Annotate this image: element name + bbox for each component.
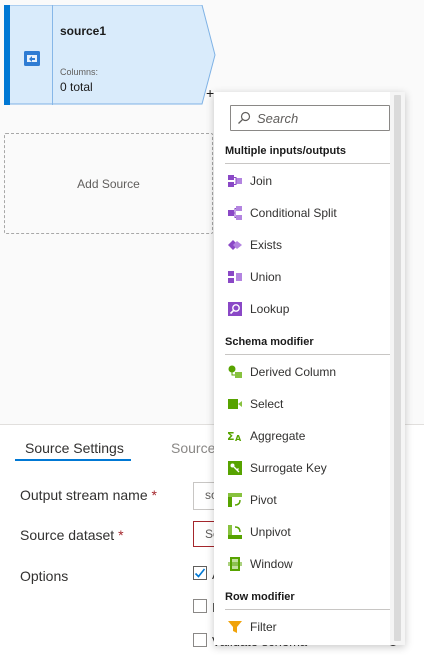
validate-schema-checkbox[interactable] bbox=[193, 633, 207, 647]
menu-item-label: Surrogate Key bbox=[250, 461, 327, 475]
source-dataset-icon bbox=[24, 51, 40, 66]
required-marker: * bbox=[118, 527, 124, 543]
union-icon bbox=[228, 271, 242, 283]
columns-count: 0 total bbox=[60, 80, 93, 94]
add-source-button[interactable]: Add Source bbox=[4, 133, 213, 234]
active-tab-indicator bbox=[15, 459, 131, 461]
checkmark-icon bbox=[194, 568, 206, 578]
add-source-label: Add Source bbox=[77, 176, 140, 191]
pivot-icon bbox=[228, 493, 242, 507]
section-header-row-modifier: Row modifier bbox=[225, 591, 295, 603]
lookup-icon bbox=[228, 302, 242, 316]
conditional-split-icon bbox=[228, 206, 242, 220]
unpivot-icon bbox=[228, 525, 242, 539]
aggregate-icon: Σ A bbox=[227, 430, 242, 443]
menu-item-label: Conditional Split bbox=[250, 206, 337, 220]
exists-icon bbox=[228, 240, 242, 250]
menu-item-label: Filter bbox=[250, 620, 277, 634]
section-divider bbox=[225, 354, 390, 355]
menu-item-join[interactable]: Join bbox=[214, 167, 390, 195]
option-checkbox-2[interactable] bbox=[193, 599, 207, 613]
menu-item-window[interactable]: Window bbox=[214, 550, 390, 578]
menu-item-filter[interactable]: Filter bbox=[214, 613, 390, 641]
source-dataset-label: Source dataset * bbox=[20, 527, 124, 543]
section-header-multiple-inputs: Multiple inputs/outputs bbox=[225, 145, 346, 157]
option-checkbox-1[interactable] bbox=[193, 566, 207, 580]
menu-item-pivot[interactable]: Pivot bbox=[214, 486, 390, 514]
section-divider bbox=[225, 163, 390, 164]
add-transformation-button[interactable]: + bbox=[206, 86, 214, 100]
join-icon bbox=[228, 175, 242, 187]
search-icon bbox=[238, 111, 251, 124]
menu-search-box[interactable] bbox=[230, 105, 390, 131]
menu-item-label: Unpivot bbox=[250, 525, 291, 539]
derived-column-icon bbox=[228, 365, 242, 378]
tab-source-options[interactable]: Source bbox=[171, 440, 215, 456]
tab-source-settings[interactable]: Source Settings bbox=[25, 440, 124, 456]
window-icon bbox=[228, 557, 242, 571]
menu-item-union[interactable]: Union bbox=[214, 263, 390, 291]
menu-item-conditional-split[interactable]: Conditional Split bbox=[214, 199, 390, 227]
svg-text:A: A bbox=[235, 434, 242, 443]
menu-item-label: Union bbox=[250, 270, 282, 284]
menu-scrollbar-thumb[interactable] bbox=[394, 95, 401, 641]
menu-item-label: Exists bbox=[250, 238, 283, 252]
menu-item-label: Window bbox=[250, 557, 293, 571]
output-stream-name-label: Output stream name * bbox=[20, 487, 157, 503]
filter-icon bbox=[228, 621, 242, 633]
menu-item-surrogate-key[interactable]: Surrogate Key bbox=[214, 454, 390, 482]
menu-item-label: Pivot bbox=[250, 493, 277, 507]
menu-item-exists[interactable]: Exists bbox=[214, 231, 390, 259]
menu-item-lookup[interactable]: Lookup bbox=[214, 295, 390, 323]
columns-label: Columns: bbox=[60, 67, 99, 77]
surrogate-key-icon bbox=[228, 461, 242, 475]
svg-text:Σ: Σ bbox=[227, 430, 235, 443]
source-node-accent-bar bbox=[4, 5, 10, 105]
search-input[interactable] bbox=[255, 109, 383, 127]
source-node[interactable]: source1 Columns: 0 total bbox=[4, 5, 216, 105]
menu-item-label: Derived Column bbox=[250, 365, 337, 379]
menu-item-aggregate[interactable]: Σ A Aggregate bbox=[214, 422, 390, 450]
menu-item-label: Join bbox=[250, 174, 273, 188]
options-label: Options bbox=[20, 568, 69, 584]
menu-item-select[interactable]: Select bbox=[214, 390, 390, 418]
transformation-menu: Multiple inputs/outputs Join Conditional… bbox=[214, 92, 405, 645]
menu-item-derived-column[interactable]: Derived Column bbox=[214, 358, 390, 386]
menu-item-label: Lookup bbox=[250, 302, 290, 316]
section-header-schema-modifier: Schema modifier bbox=[225, 336, 314, 348]
required-marker: * bbox=[151, 487, 157, 503]
menu-item-unpivot[interactable]: Unpivot bbox=[214, 518, 390, 546]
menu-item-label: Aggregate bbox=[250, 429, 306, 443]
source-node-icon-column bbox=[12, 5, 53, 105]
section-divider bbox=[225, 609, 390, 610]
source-node-title: source1 bbox=[60, 24, 107, 38]
menu-item-label: Select bbox=[250, 397, 284, 411]
select-icon bbox=[228, 399, 242, 409]
